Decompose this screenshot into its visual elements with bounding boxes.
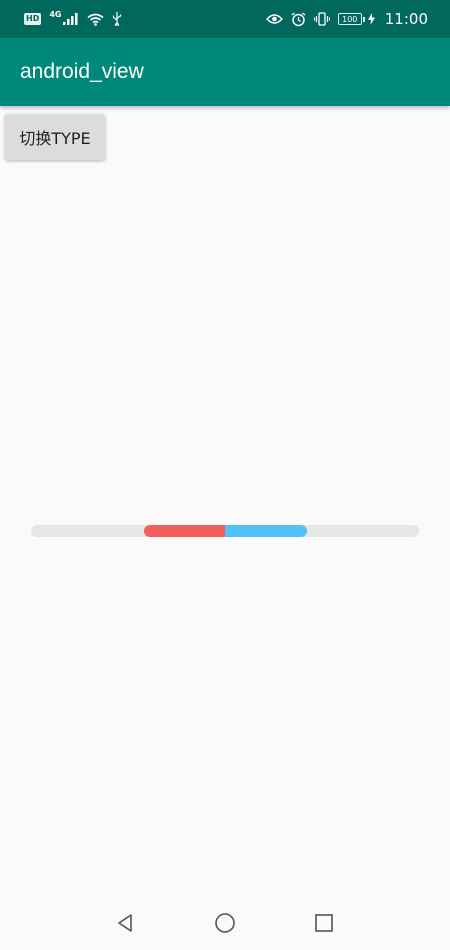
progress-segment-red bbox=[144, 525, 234, 537]
progress-track bbox=[31, 525, 419, 537]
vibrate-icon bbox=[313, 12, 330, 26]
app-title: android_view bbox=[20, 60, 144, 83]
status-bar-left: HD 4G bbox=[24, 10, 122, 26]
wifi-icon bbox=[87, 13, 104, 26]
charging-icon bbox=[367, 13, 375, 25]
home-icon[interactable] bbox=[210, 908, 240, 938]
hd-icon: HD bbox=[24, 13, 42, 25]
network-type: 4G bbox=[49, 10, 62, 19]
status-bar-right: 100 11:00 bbox=[265, 10, 428, 28]
back-icon[interactable] bbox=[110, 908, 140, 938]
recents-icon[interactable] bbox=[309, 908, 339, 938]
toggle-type-button[interactable]: 切换TYPE bbox=[5, 114, 105, 160]
eye-comfort-icon bbox=[265, 13, 283, 25]
progress-segment-blue bbox=[225, 525, 307, 537]
signal-icon bbox=[63, 13, 79, 25]
status-bar: HD 4G 100 11:00 bbox=[0, 0, 450, 38]
alarm-icon bbox=[291, 11, 306, 27]
battery-icon: 100 bbox=[337, 13, 365, 25]
clock-time: 11:00 bbox=[384, 10, 428, 28]
app-bar: android_view bbox=[0, 38, 450, 106]
usb-icon bbox=[112, 12, 122, 26]
navigation-bar bbox=[0, 895, 450, 950]
